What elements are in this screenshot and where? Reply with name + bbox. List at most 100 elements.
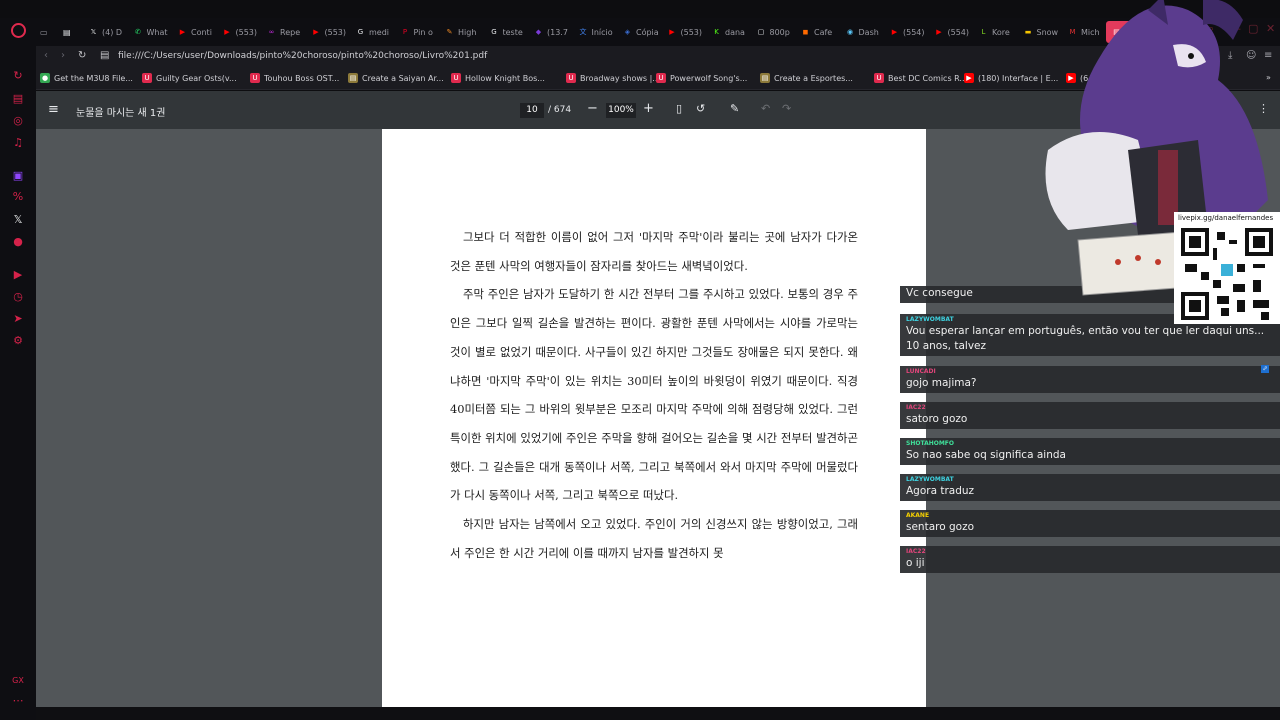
tab[interactable]: ◉ Dash	[845, 21, 895, 43]
page-number-input[interactable]: 10	[520, 103, 544, 118]
send-icon[interactable]: ➤	[11, 312, 25, 326]
tab[interactable]: ▶ (554)	[934, 21, 984, 43]
tab-favicon: ◼	[802, 27, 809, 36]
bookmark-label: Broadway shows |...	[580, 73, 660, 83]
percent-icon[interactable]: %	[11, 190, 25, 204]
tab[interactable]: Gteste	[489, 21, 539, 43]
chat-message: LUNCADI gojo majima?	[900, 366, 1280, 393]
tab[interactable]: Gmedi	[355, 21, 405, 43]
tab[interactable]: ◈ Cópia	[622, 21, 672, 43]
url-field[interactable]: file:///C:/Users/user/Downloads/pinto%20…	[118, 51, 487, 61]
instagram-sidebar-icon[interactable]: ◎	[11, 114, 25, 128]
tab-favicon: 𝕏	[90, 27, 97, 36]
tab-overview-icon[interactable]: ▭	[40, 21, 54, 43]
tab[interactable]: 文 Início	[578, 21, 628, 43]
bookmark-item[interactable]: ▤ Create a Saiyan Ar...	[348, 73, 444, 83]
screen: ↻ ▤ ◎ ♫ ▣ % 𝕏 ● ▶ ◷ ➤ ⚙ GX ⋯ ▭ ▤ 𝕏 (4) D ✆…	[0, 0, 1280, 720]
bookmark-label: Create a Esportes...	[774, 73, 853, 83]
tab[interactable]: ∞ Repe	[266, 21, 316, 43]
tab-label: (4) D	[102, 27, 123, 37]
bookmark-item[interactable]: ▤ Create a Esportes...	[760, 73, 853, 83]
bookmark-label: Create a Saiyan Ar...	[362, 73, 444, 83]
bookmark-favicon: U	[451, 73, 461, 83]
zoom-input[interactable]: 100%	[606, 103, 636, 118]
tab[interactable]: ▶ Conti	[177, 21, 227, 43]
page-info-icon[interactable]: ▤	[100, 50, 109, 61]
tab[interactable]: ✆ What	[133, 21, 183, 43]
opera-logo-icon[interactable]	[11, 23, 26, 38]
back-icon[interactable]: ‹	[44, 50, 48, 61]
bookmark-favicon: ▤	[760, 73, 770, 83]
tab[interactable]: ✎ High	[444, 21, 494, 43]
tab[interactable]: ▶ (553)	[667, 21, 717, 43]
tab-favicon: 文	[579, 27, 587, 36]
tab[interactable]: ◆ (13.7	[533, 21, 583, 43]
bookmark-label: Touhou Boss OST...	[264, 73, 340, 83]
tab-label: Início	[591, 27, 613, 37]
forward-icon[interactable]: ›	[61, 50, 65, 61]
more-icon[interactable]: ⋯	[11, 694, 25, 708]
tab-favicon: ✎	[446, 27, 453, 36]
tab[interactable]: ▶ (553)	[311, 21, 361, 43]
bookmark-item[interactable]: U Hollow Knight Bos...	[451, 73, 545, 83]
tab[interactable]: 𝕏 (4) D	[88, 21, 138, 43]
page-text: 그보다 더 적합한 이름이 없어 그저 '마지막 주막'이라 불리는 곳에 남자…	[450, 223, 858, 567]
rotate-icon[interactable]: ↺	[696, 102, 705, 115]
tab-label: High	[458, 27, 477, 37]
bookmark-label: Best DC Comics R...	[888, 73, 968, 83]
paragraph: 하지만 남자는 남쪽에서 오고 있었다. 주인이 거의 신경쓰지 않는 방향이었…	[450, 517, 858, 560]
settings-icon[interactable]: ⚙	[11, 334, 25, 348]
bookmark-favicon: ▤	[348, 73, 358, 83]
youtube-sidebar-icon[interactable]: ●	[11, 235, 25, 249]
twitch-sidebar-icon[interactable]: ▤	[11, 92, 25, 106]
tab[interactable]: ▶ (553)	[222, 21, 272, 43]
chat-text: Agora traduz	[906, 485, 975, 497]
tab-label: teste	[502, 27, 523, 37]
player-icon[interactable]: ▶	[11, 268, 25, 282]
bookmark-label: Powerwolf Song's...	[670, 73, 748, 83]
bookmark-item[interactable]: U Best DC Comics R...	[874, 73, 967, 83]
tab-file-icon[interactable]: ▤	[63, 21, 77, 43]
fit-page-icon[interactable]: ▯	[676, 102, 682, 115]
zoom-out-icon[interactable]: −	[587, 101, 598, 116]
tab-label: Kore	[992, 27, 1010, 37]
zoom-in-icon[interactable]: +	[643, 101, 654, 116]
bookmark-item[interactable]: ● Get the M3U8 File...	[40, 73, 133, 83]
undo-icon[interactable]: ↶	[761, 102, 770, 115]
reload-icon[interactable]: ↻	[78, 50, 86, 61]
tab-label: What	[146, 27, 168, 37]
tab[interactable]: P Pin o	[400, 21, 450, 43]
chat-username: SHOTAHOMFO	[906, 440, 955, 447]
annotate-icon[interactable]: ✎	[730, 102, 739, 115]
tab-favicon: ▶	[224, 27, 230, 36]
bookmark-item[interactable]: U Guilty Gear Osts(v...	[142, 73, 237, 83]
sidebar-menu-icon[interactable]: ≡	[48, 102, 59, 117]
tab-favicon: P	[402, 27, 408, 36]
bookmark-item[interactable]: U Powerwolf Song's...	[656, 73, 747, 83]
tab[interactable]: Kdana	[711, 21, 761, 43]
aria-icon[interactable]: ↻	[11, 69, 25, 83]
x-sidebar-icon[interactable]: 𝕏	[11, 213, 25, 227]
paragraph: 주막 주인은 남자가 도달하기 한 시간 전부터 그를 주시하고 있었다. 보통…	[450, 287, 858, 503]
bookmark-item[interactable]: U Broadway shows |...	[566, 73, 660, 83]
tab[interactable]: ◼ Cafe	[800, 21, 850, 43]
bookmark-label: Hollow Knight Bos...	[465, 73, 545, 83]
history-icon[interactable]: ◷	[11, 290, 25, 304]
tab-favicon: ∞	[268, 27, 275, 36]
tab[interactable]: ▢ 800p	[756, 21, 806, 43]
tab-favicon: ▶	[891, 27, 898, 36]
bookmark-item[interactable]: U Touhou Boss OST...	[250, 73, 339, 83]
tab-favicon: ▢	[757, 27, 765, 36]
tab[interactable]: L Kore	[978, 21, 1028, 43]
bookmark-favicon: U	[142, 73, 152, 83]
gx-logo-icon[interactable]: GX	[11, 674, 25, 688]
tab-label: (13.7	[547, 27, 568, 37]
redo-icon[interactable]: ↷	[782, 102, 791, 115]
music-sidebar-icon[interactable]: ♫	[11, 136, 25, 150]
bookmark-label: Get the M3U8 File...	[54, 73, 133, 83]
chat-username: AKANE	[906, 512, 930, 519]
tab[interactable]: ▶ (554)	[889, 21, 939, 43]
chat-username: LUNCADI	[906, 368, 936, 375]
tab-label: Dash	[858, 27, 879, 37]
twitch-icon[interactable]: ▣	[11, 169, 25, 183]
